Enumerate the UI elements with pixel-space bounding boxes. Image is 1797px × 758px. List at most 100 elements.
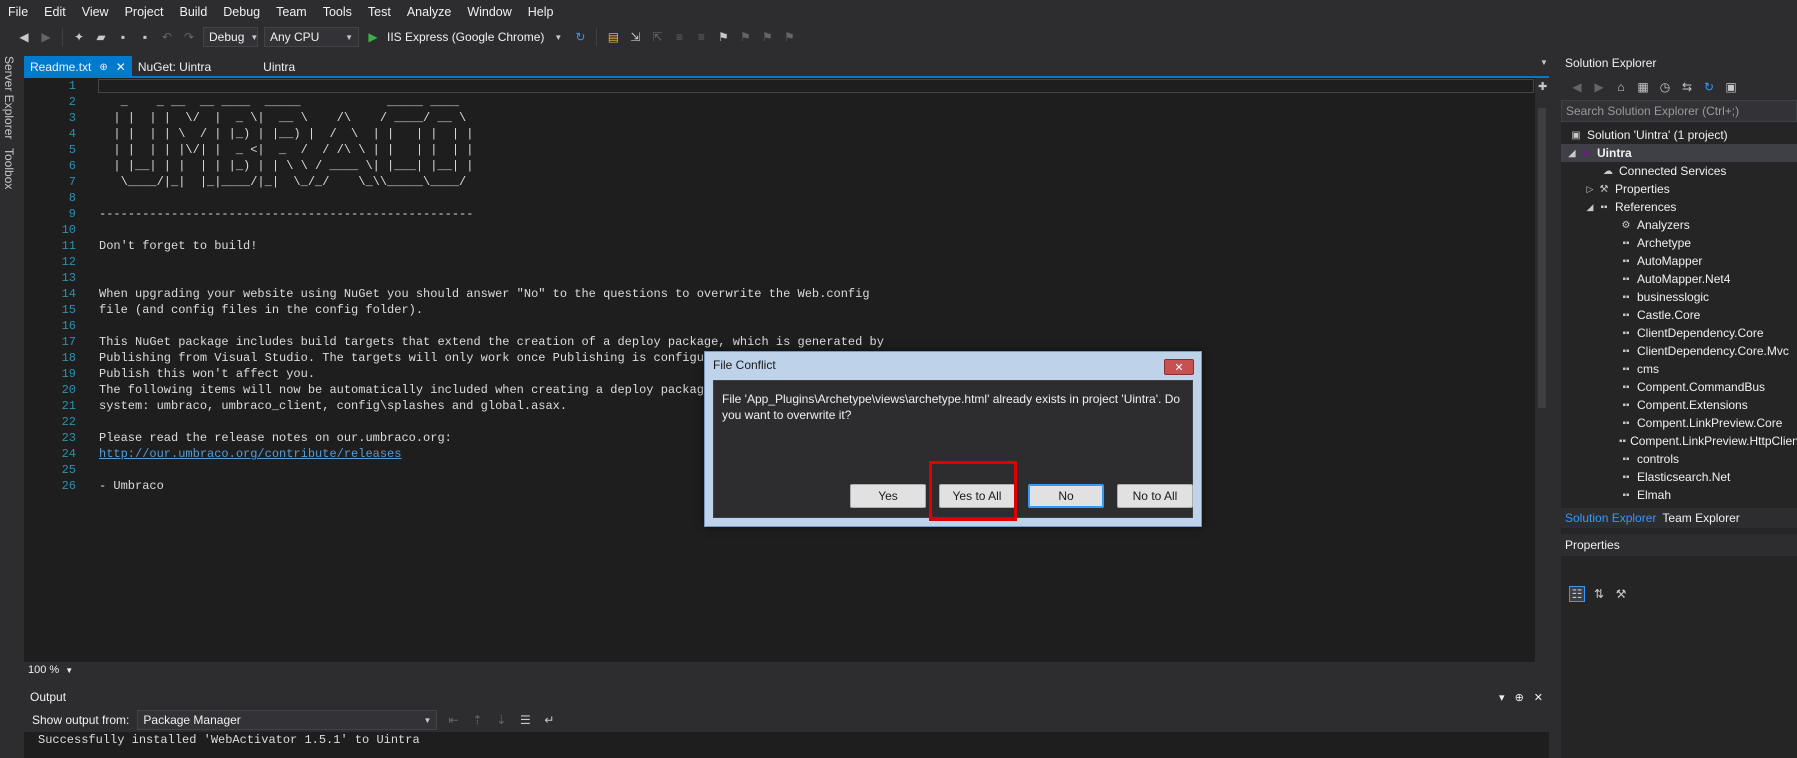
chevron-down-icon[interactable]: ▼ bbox=[550, 29, 566, 45]
bookmark-icon[interactable]: ⚑ bbox=[715, 29, 731, 45]
release-notes-link[interactable]: http://our.umbraco.org/contribute/releas… bbox=[99, 447, 401, 461]
tree-reference-item[interactable]: ▪▪ Compent.Extensions bbox=[1561, 396, 1797, 414]
menu-project[interactable]: Project bbox=[117, 5, 172, 19]
tree-reference-item[interactable]: ▪▪ AutoMapper bbox=[1561, 252, 1797, 270]
tab-uintra[interactable]: Uintra bbox=[257, 56, 301, 78]
tree-reference-item[interactable]: ▪▪ AutoMapper.Net4 bbox=[1561, 270, 1797, 288]
tree-reference-item[interactable]: ⚙ Analyzers bbox=[1561, 216, 1797, 234]
new-project-icon[interactable]: ✦ bbox=[71, 29, 87, 45]
save-icon[interactable]: ▪ bbox=[115, 29, 131, 45]
chevron-down-icon[interactable]: ▼ bbox=[65, 666, 73, 675]
close-icon[interactable]: ✕ bbox=[1534, 691, 1543, 704]
start-debugging-icon[interactable]: ▶ bbox=[365, 29, 381, 45]
expand-arrow-icon[interactable]: ◢ bbox=[1583, 202, 1597, 213]
switch-views-icon[interactable]: ▦ bbox=[1635, 79, 1651, 95]
expand-arrow-icon[interactable]: ◢ bbox=[1565, 148, 1579, 159]
redo-icon[interactable]: ↷ bbox=[181, 29, 197, 45]
refresh-browser-icon[interactable]: ↻ bbox=[572, 29, 588, 45]
menu-test[interactable]: Test bbox=[360, 5, 399, 19]
undo-icon[interactable]: ↶ bbox=[159, 29, 175, 45]
back-icon[interactable]: ◀ bbox=[1569, 79, 1585, 95]
tree-reference-item[interactable]: ▪▪ cms bbox=[1561, 360, 1797, 378]
tab-nuget-uintra[interactable]: NuGet: Uintra bbox=[132, 56, 217, 78]
sync-icon[interactable]: ⇆ bbox=[1679, 79, 1695, 95]
comment-icon[interactable]: ≡ bbox=[671, 29, 687, 45]
find-message-icon[interactable]: ⇤ bbox=[445, 712, 461, 728]
tree-properties[interactable]: ▷ ⚒ Properties bbox=[1561, 180, 1797, 198]
tree-reference-item[interactable]: ▪▪ Castle.Core bbox=[1561, 306, 1797, 324]
server-explorer-tab[interactable]: Server Explorer bbox=[2, 56, 16, 139]
menu-file[interactable]: File bbox=[0, 5, 36, 19]
uncomment-icon[interactable]: ≡ bbox=[693, 29, 709, 45]
alphabetical-icon[interactable]: ⇅ bbox=[1591, 586, 1607, 602]
categorized-icon[interactable]: ☷ bbox=[1569, 586, 1585, 602]
menu-team[interactable]: Team bbox=[268, 5, 315, 19]
tree-solution[interactable]: ▣ Solution 'Uintra' (1 project) bbox=[1561, 126, 1797, 144]
tree-project[interactable]: ◢ ⊕ Uintra bbox=[1561, 144, 1797, 162]
tree-reference-item[interactable]: ▪▪ Compent.CommandBus bbox=[1561, 378, 1797, 396]
step-into-icon[interactable]: ⇲ bbox=[627, 29, 643, 45]
no-button[interactable]: No bbox=[1028, 484, 1104, 508]
refresh-icon[interactable]: ↻ bbox=[1701, 79, 1717, 95]
tree-reference-item[interactable]: ▪▪ ClientDependency.Core bbox=[1561, 324, 1797, 342]
menu-debug[interactable]: Debug bbox=[215, 5, 268, 19]
menu-analyze[interactable]: Analyze bbox=[399, 5, 459, 19]
tab-readme[interactable]: Readme.txt ⊕ ✕ bbox=[24, 56, 132, 78]
no-to-all-button[interactable]: No to All bbox=[1117, 484, 1193, 508]
yes-button[interactable]: Yes bbox=[850, 484, 926, 508]
toolbox-tab[interactable]: Toolbox bbox=[2, 148, 16, 189]
close-button[interactable]: ✕ bbox=[1164, 359, 1194, 375]
clear-all-icon[interactable]: ☰ bbox=[517, 712, 533, 728]
zoom-level[interactable]: 100 % bbox=[28, 664, 59, 676]
output-source-select[interactable]: Package Manager ▼ bbox=[137, 710, 438, 730]
step-over-icon[interactable]: ⇱ bbox=[649, 29, 665, 45]
solution-configuration-select[interactable]: Debug ▼ bbox=[203, 27, 258, 47]
pin-icon[interactable]: ⊕ bbox=[1515, 691, 1524, 704]
tree-reference-item[interactable]: ▪▪ Elasticsearch.Net bbox=[1561, 468, 1797, 486]
tree-references[interactable]: ◢ ▪▪ References bbox=[1561, 198, 1797, 216]
collapsed-arrow-icon[interactable]: ▷ bbox=[1583, 184, 1597, 195]
menu-tools[interactable]: Tools bbox=[315, 5, 360, 19]
next-bookmark-icon[interactable]: ⚑ bbox=[759, 29, 775, 45]
output-text[interactable]: Successfully installed 'WebActivator 1.5… bbox=[24, 732, 1549, 758]
clear-bookmarks-icon[interactable]: ⚑ bbox=[781, 29, 797, 45]
save-all-icon[interactable]: ▪ bbox=[137, 29, 153, 45]
tree-reference-item[interactable]: ▪▪ Archetype bbox=[1561, 234, 1797, 252]
tree-connected-services[interactable]: ☁ Connected Services bbox=[1561, 162, 1797, 180]
tab-solution-explorer[interactable]: Solution Explorer bbox=[1565, 511, 1656, 525]
prev-bookmark-icon[interactable]: ⚑ bbox=[737, 29, 753, 45]
collapse-all-icon[interactable]: ▣ bbox=[1723, 79, 1739, 95]
tab-list-chevron-icon[interactable]: ▼ bbox=[1540, 58, 1548, 67]
home-icon[interactable]: ⌂ bbox=[1613, 79, 1629, 95]
back-icon[interactable]: ◀ bbox=[16, 29, 32, 45]
tree-reference-item[interactable]: ▪▪ Elmah bbox=[1561, 486, 1797, 504]
solution-platform-select[interactable]: Any CPU ▼ bbox=[264, 27, 359, 47]
tab-team-explorer[interactable]: Team Explorer bbox=[1662, 511, 1739, 525]
close-icon[interactable]: ✕ bbox=[116, 60, 126, 74]
prev-message-icon[interactable]: ⇡ bbox=[469, 712, 485, 728]
tree-reference-item[interactable]: ▪▪ controls bbox=[1561, 450, 1797, 468]
menu-help[interactable]: Help bbox=[520, 5, 562, 19]
menu-view[interactable]: View bbox=[74, 5, 117, 19]
next-message-icon[interactable]: ⇣ bbox=[493, 712, 509, 728]
scrollbar-thumb[interactable] bbox=[1538, 108, 1546, 408]
editor-vertical-scrollbar[interactable] bbox=[1535, 78, 1549, 662]
tree-reference-item[interactable]: ▪▪ Compent.LinkPreview.Core bbox=[1561, 414, 1797, 432]
menu-edit[interactable]: Edit bbox=[36, 5, 74, 19]
menu-build[interactable]: Build bbox=[171, 5, 215, 19]
menu-window[interactable]: Window bbox=[459, 5, 519, 19]
tree-reference-item[interactable]: ▪▪ Compent.LinkPreview.HttpClient bbox=[1561, 432, 1797, 450]
run-target-label[interactable]: IIS Express (Google Chrome) bbox=[387, 30, 544, 44]
solution-search-input[interactable]: Search Solution Explorer (Ctrl+;) bbox=[1561, 100, 1797, 122]
open-file-icon[interactable]: ▰ bbox=[93, 29, 109, 45]
split-icon[interactable]: ✚ bbox=[1538, 80, 1547, 93]
property-pages-icon[interactable]: ⚒ bbox=[1613, 586, 1629, 602]
tree-reference-item[interactable]: ▪▪ ClientDependency.Core.Mvc bbox=[1561, 342, 1797, 360]
browser-link-icon[interactable]: ▤ bbox=[605, 29, 621, 45]
tree-reference-item[interactable]: ▪▪ businesslogic bbox=[1561, 288, 1797, 306]
pin-icon[interactable]: ⊕ bbox=[99, 62, 107, 73]
pending-changes-icon[interactable]: ◷ bbox=[1657, 79, 1673, 95]
word-wrap-icon[interactable]: ↵ bbox=[541, 712, 557, 728]
forward-icon[interactable]: ▶ bbox=[1591, 79, 1607, 95]
forward-icon[interactable]: ▶ bbox=[38, 29, 54, 45]
